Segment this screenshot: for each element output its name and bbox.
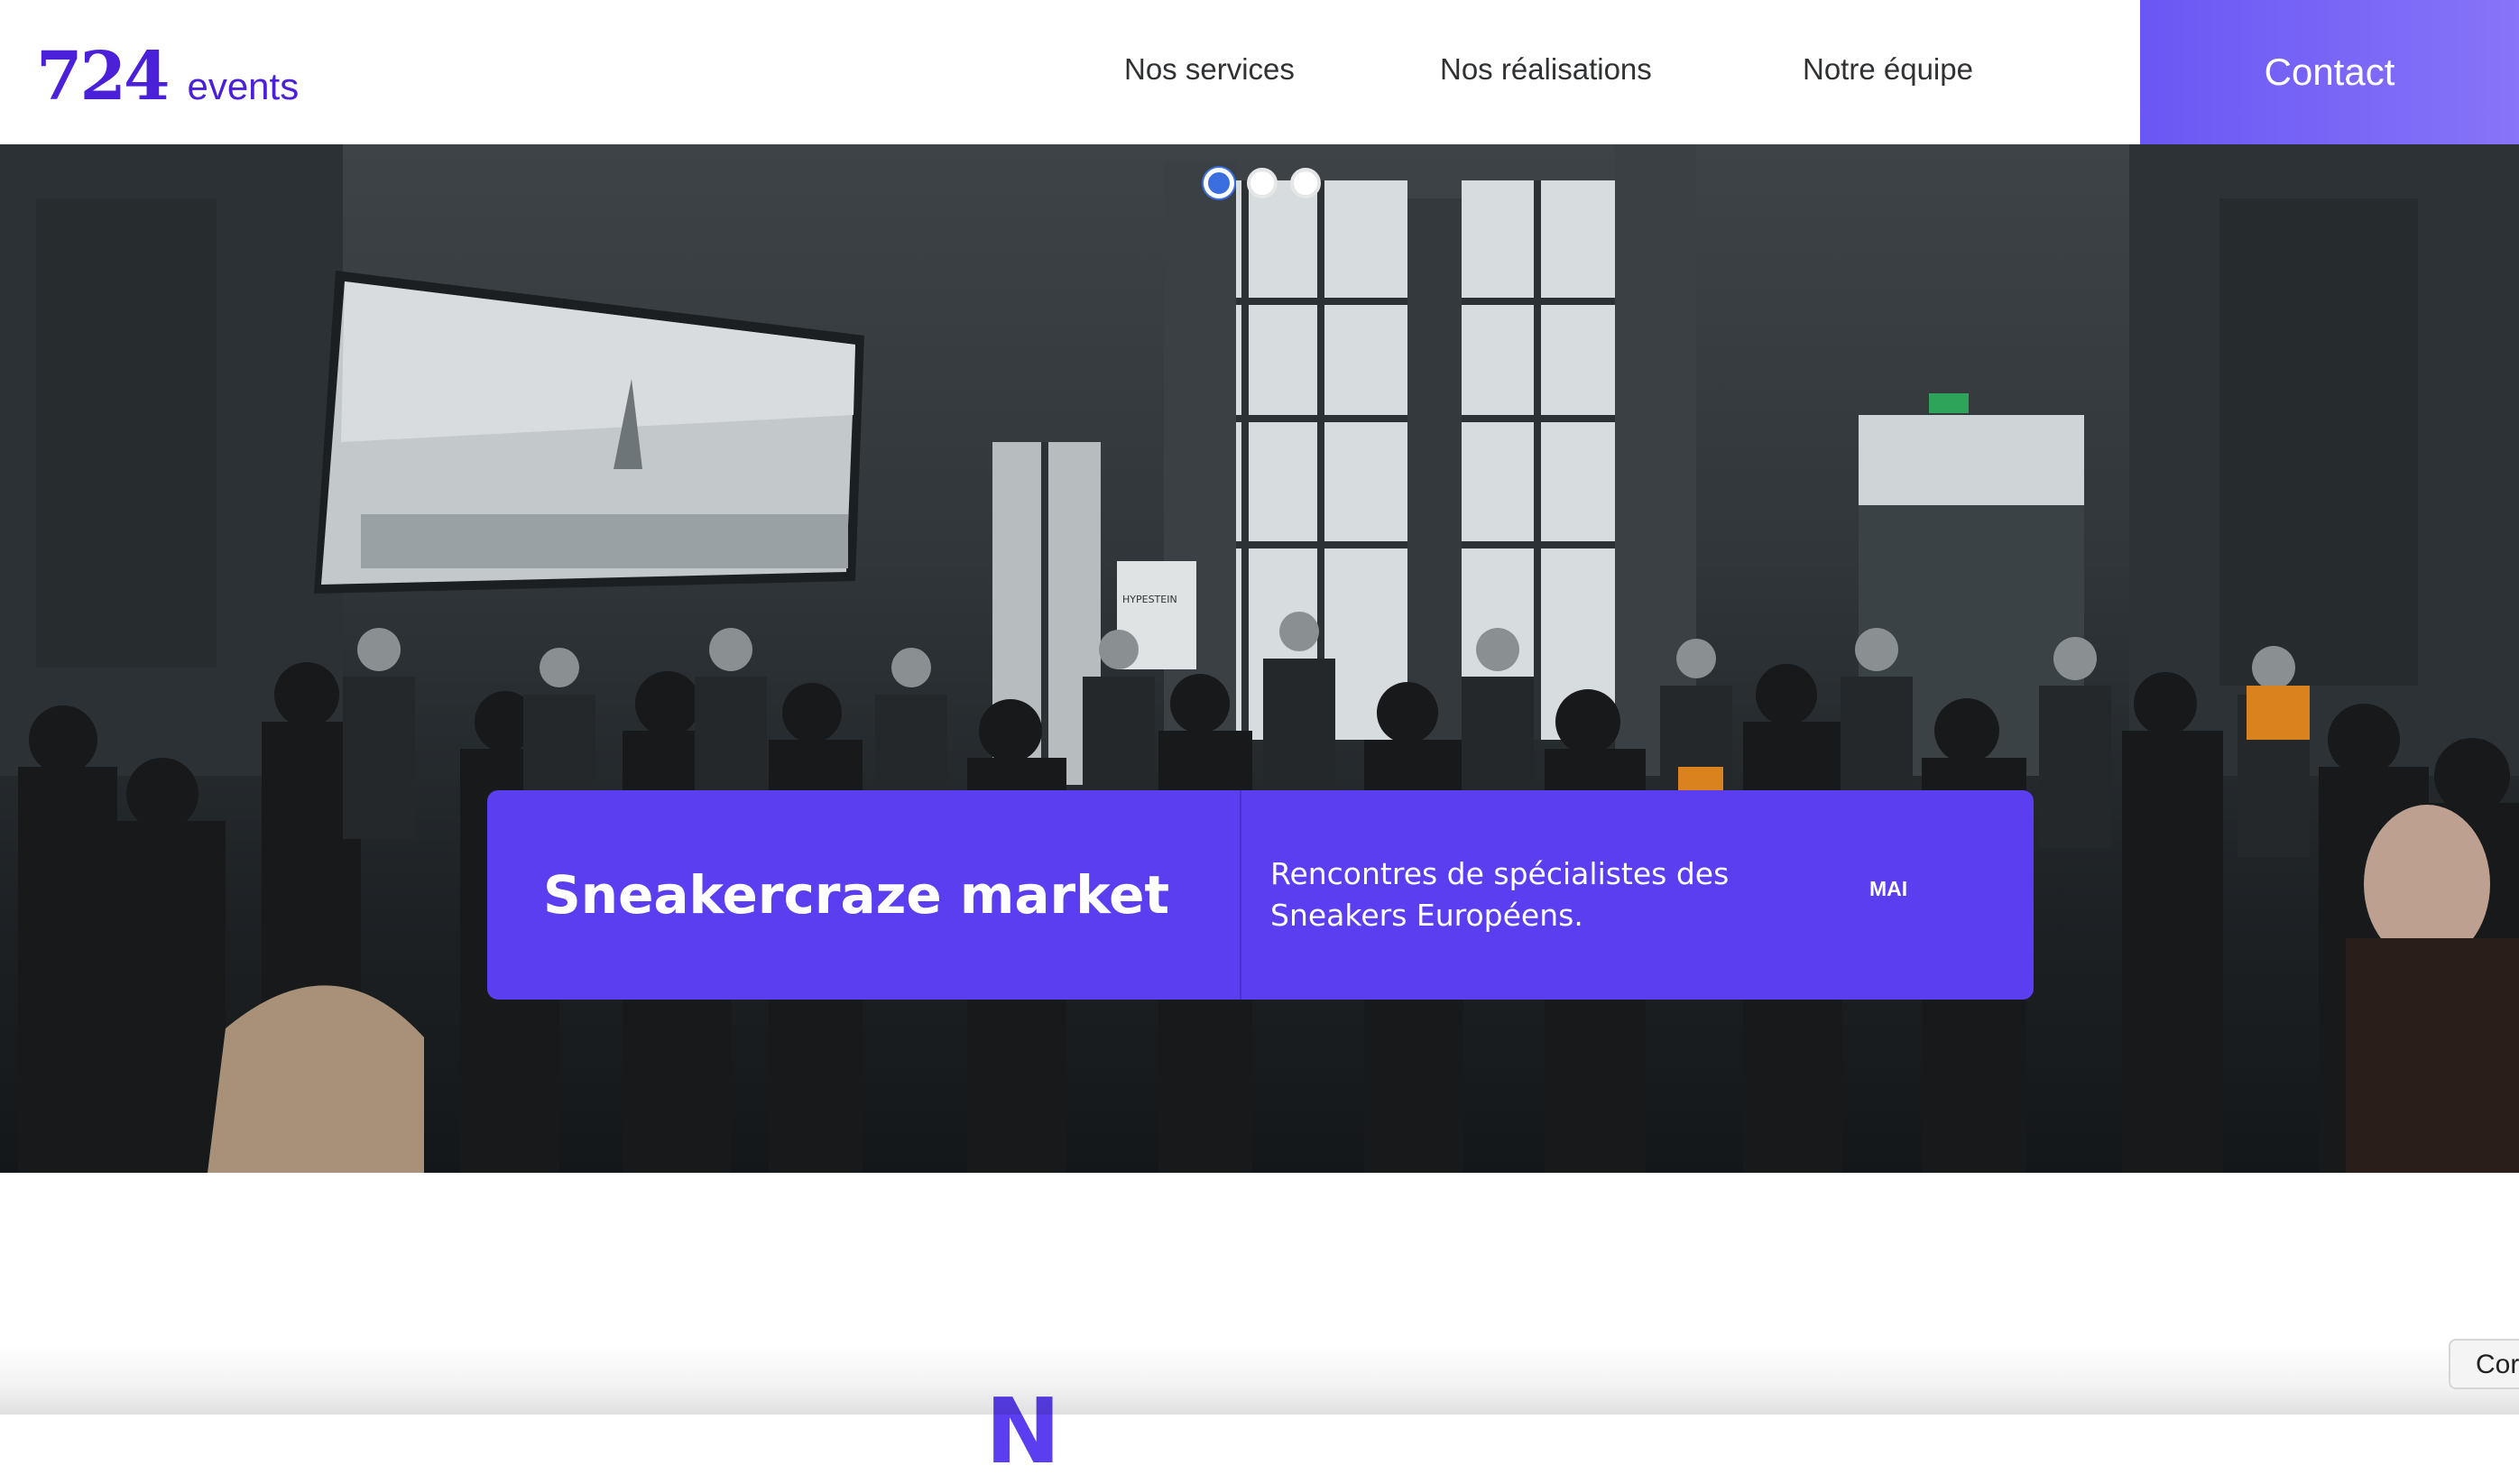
services-section: N: [0, 1173, 2519, 1484]
event-title: Sneakercraze market: [487, 790, 1241, 1000]
event-description-line-1: Rencontres de spécialistes des: [1270, 856, 1730, 891]
slider-pagination: [1204, 168, 1321, 198]
hero-slider: HYPESTEIN Sneakercraze market Rencontres…: [0, 144, 2519, 1173]
event-month: MAI: [1869, 877, 1908, 900]
site-header: 724 events Nos services Nos réalisations…: [0, 0, 2519, 144]
logo-word: events: [187, 65, 300, 107]
stand-sign-text: HYPESTEIN: [1122, 594, 1177, 605]
event-description: Rencontres de spécialistes des Sneakers …: [1270, 853, 1812, 936]
contact-button[interactable]: Contact: [2140, 0, 2519, 144]
hero-photo: HYPESTEIN: [0, 144, 2519, 1173]
slide-dot-1[interactable]: [1204, 168, 1234, 198]
slide-dot-3[interactable]: [1290, 168, 1321, 198]
nav-equipe-link[interactable]: Notre équipe: [1803, 52, 1973, 87]
logo-number: 724: [36, 38, 170, 115]
slide-dot-2[interactable]: [1247, 168, 1278, 198]
cookie-consent-button[interactable]: Cor: [2449, 1339, 2519, 1389]
nav-realisations-link[interactable]: Nos réalisations: [1440, 52, 1652, 87]
event-description-line-2: Sneakers Européens.: [1270, 898, 1583, 933]
section-heading: N: [985, 1378, 1061, 1484]
event-card[interactable]: Sneakercraze market Rencontres de spécia…: [487, 790, 2034, 1000]
logo[interactable]: 724 events: [36, 38, 300, 115]
nav-services-link[interactable]: Nos services: [1124, 52, 1295, 87]
